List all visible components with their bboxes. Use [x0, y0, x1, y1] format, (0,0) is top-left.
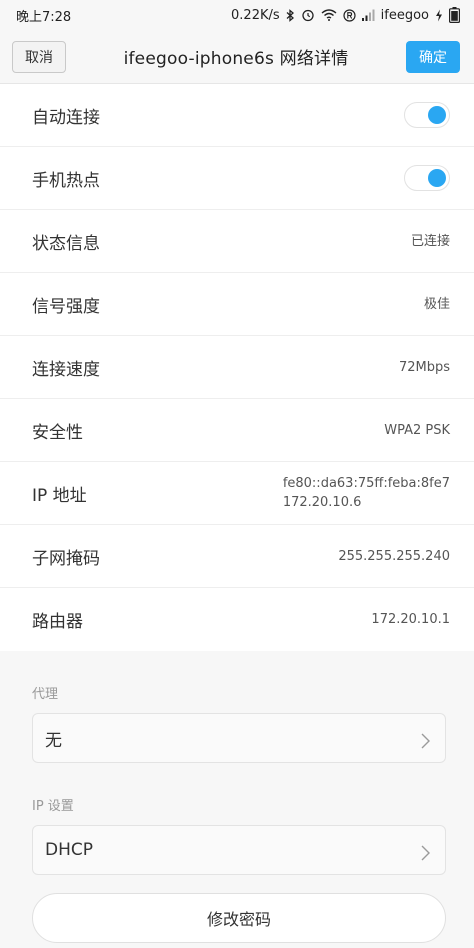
- row-status: 状态信息 已连接: [0, 210, 474, 273]
- toggle-knob: [428, 169, 446, 187]
- auto-connect-toggle[interactable]: [404, 102, 450, 128]
- proxy-select[interactable]: 无: [32, 713, 446, 763]
- network-details-list: 自动连接 手机热点 状态信息 已连接 信号强度 极佳 连接速度 72Mbps 安…: [0, 84, 474, 651]
- row-label: 状态信息: [32, 233, 100, 254]
- row-label: 子网掩码: [32, 548, 100, 569]
- row-security: 安全性 WPA2 PSK: [0, 399, 474, 462]
- battery-icon: [449, 7, 460, 23]
- registered-icon: [343, 8, 356, 22]
- security-value: WPA2 PSK: [384, 422, 450, 438]
- signal-strength-value: 极佳: [423, 296, 450, 312]
- status-time: 晚上7:28: [16, 9, 72, 25]
- row-link-speed: 连接速度 72Mbps: [0, 336, 474, 399]
- row-label: 信号强度: [32, 296, 100, 317]
- proxy-section: 代理 无: [0, 651, 474, 763]
- ip-address-value: fe80::da63:75ff:feba:8fe7 172.20.10.6: [283, 474, 450, 512]
- ip-settings-value: DHCP: [45, 840, 93, 860]
- row-signal-strength: 信号强度 极佳: [0, 273, 474, 336]
- proxy-value: 无: [45, 730, 62, 751]
- ip-settings-section: IP 设置 DHCP: [0, 763, 474, 875]
- row-auto-connect: 自动连接: [0, 84, 474, 147]
- row-label: 连接速度: [32, 359, 100, 380]
- row-label: IP 地址: [32, 485, 87, 506]
- signal-icon: [361, 9, 375, 21]
- subnet-mask-value: 255.255.255.240: [338, 548, 450, 564]
- bluetooth-icon: [286, 8, 295, 22]
- row-ip-address: IP 地址 fe80::da63:75ff:feba:8fe7 172.20.1…: [0, 462, 474, 525]
- router-value: 172.20.10.1: [371, 612, 450, 627]
- alarm-icon: [301, 8, 315, 22]
- cancel-button[interactable]: 取消: [12, 40, 66, 73]
- link-speed-value: 72Mbps: [398, 359, 450, 375]
- row-hotspot: 手机热点: [0, 147, 474, 210]
- row-subnet-mask: 子网掩码 255.255.255.240: [0, 525, 474, 588]
- wifi-icon: [321, 9, 337, 21]
- row-label: 路由器: [32, 612, 83, 632]
- status-value: 已连接: [410, 233, 450, 249]
- row-label: 自动连接: [32, 107, 100, 128]
- toggle-knob: [428, 106, 446, 124]
- row-label: 手机热点: [32, 170, 100, 191]
- hotspot-toggle[interactable]: [404, 165, 450, 191]
- proxy-label: 代理: [32, 687, 59, 702]
- ip-settings-label: IP 设置: [32, 799, 74, 814]
- carrier-name: ifeegoo: [380, 7, 429, 23]
- row-router: 路由器 172.20.10.1: [0, 588, 474, 651]
- confirm-button[interactable]: 确定: [406, 40, 460, 73]
- charging-icon: [435, 9, 443, 22]
- network-speed: 0.22K/s: [231, 7, 280, 23]
- ipv4-address: 172.20.10.6: [282, 495, 362, 510]
- row-label: 安全性: [32, 422, 83, 443]
- status-bar: 晚上7:28 0.22K/s ifeegoo: [0, 0, 474, 30]
- header: 取消 ifeegoo-iphone6s 网络详情 确定: [0, 30, 474, 84]
- ip-settings-select[interactable]: DHCP: [32, 825, 446, 875]
- change-password-button[interactable]: 修改密码: [32, 893, 446, 943]
- chevron-right-icon: [419, 732, 431, 749]
- chevron-right-icon: [419, 844, 431, 861]
- ipv6-address: fe80::da63:75ff:feba:8fe7: [282, 476, 450, 491]
- page-title: ifeegoo-iphone6s 网络详情: [123, 49, 349, 69]
